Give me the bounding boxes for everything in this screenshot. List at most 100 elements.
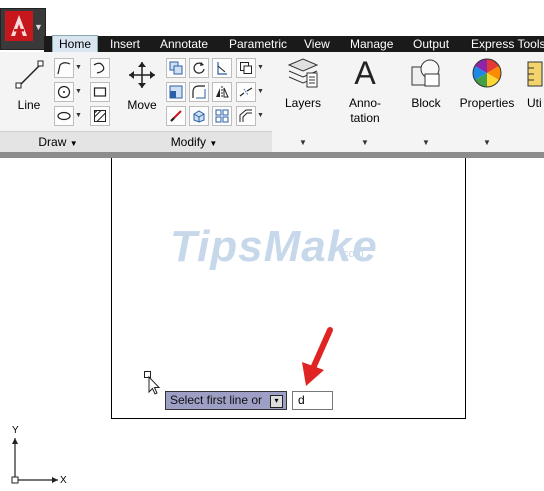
offset-dropdown[interactable]: ▼	[257, 106, 264, 126]
annotation-label-line2: tation	[350, 111, 380, 125]
break-icon	[239, 87, 253, 97]
stretch-button[interactable]	[166, 82, 186, 102]
annotation-icon: A	[354, 55, 376, 91]
prompt-text: Select first line or	[170, 393, 263, 407]
line-button[interactable]: Line	[6, 56, 52, 118]
break-button[interactable]	[236, 82, 256, 102]
chevron-down-icon: ▼	[422, 138, 430, 147]
block-icon	[411, 59, 440, 87]
copy-icon	[169, 61, 183, 75]
move-label: Move	[127, 98, 157, 112]
application-menu-button[interactable]: ▼	[0, 8, 46, 50]
layers-label: Layers	[284, 96, 322, 110]
dynamic-input-prompt: Select first line or ▾	[165, 391, 287, 410]
properties-icon	[472, 58, 502, 88]
offset-icon	[239, 109, 252, 122]
array-button[interactable]	[212, 106, 232, 126]
polyline-dropdown[interactable]: ▼	[75, 58, 82, 78]
line-icon	[15, 60, 44, 89]
fillet-icon	[192, 85, 206, 99]
tab-manage[interactable]: Manage	[350, 36, 393, 52]
rectangle-button[interactable]	[90, 82, 110, 102]
ellipse-button[interactable]	[54, 106, 74, 126]
command-input[interactable]: d	[292, 391, 333, 410]
chevron-down-icon: ▼	[34, 22, 43, 32]
tab-express-tools[interactable]: Express Tools	[471, 36, 544, 52]
draw-panel-label: Draw	[38, 135, 67, 149]
tab-insert[interactable]: Insert	[110, 36, 140, 52]
rotate-button[interactable]	[189, 58, 209, 78]
modify-panel-label: Modify	[170, 135, 207, 149]
erase-icon	[240, 62, 252, 74]
annotation-panel[interactable]: A Anno- tation ▼	[334, 52, 397, 152]
layers-panel[interactable]: Layers ▼	[272, 52, 335, 152]
move-icon	[129, 62, 155, 88]
utilities-label: Uti	[527, 96, 542, 110]
modify-panel: Move ▼ ▼ ▼ Modify ▼	[116, 52, 273, 152]
properties-label: Properties	[459, 96, 515, 110]
properties-panel[interactable]: Properties ▼	[456, 52, 519, 152]
tab-home[interactable]: Home	[52, 35, 99, 53]
break-dropdown[interactable]: ▼	[257, 82, 264, 102]
red-arrow-annotation	[302, 327, 333, 386]
modify-panel-title[interactable]: Modify ▼	[116, 131, 272, 152]
chevron-down-icon: ▼	[361, 138, 369, 147]
block-label: Block	[411, 96, 441, 110]
tab-parametric[interactable]: Parametric	[229, 36, 287, 52]
stretch-icon	[169, 85, 183, 99]
trim-icon	[217, 62, 227, 75]
ucs-y-label: Y	[12, 425, 19, 436]
watermark-suffix: .com	[340, 248, 364, 260]
array-3d-icon	[193, 110, 205, 123]
ribbon: Line ▼ ▼ ▼ Draw ▼ Move ▼ ▼ ▼ Modify ▼ La…	[0, 52, 544, 153]
line-label: Line	[17, 98, 41, 112]
hatch-button[interactable]	[90, 106, 110, 126]
chevron-down-icon: ▼	[299, 138, 307, 147]
annotation-label-line1: Anno-	[348, 96, 382, 110]
polyline-button[interactable]	[54, 58, 74, 78]
scale-icon	[170, 110, 182, 122]
rectangle-icon	[93, 87, 107, 97]
fillet-button[interactable]	[189, 82, 209, 102]
chevron-down-icon: ▼	[483, 138, 491, 147]
prompt-options-icon[interactable]: ▾	[270, 395, 283, 408]
erase-dropdown[interactable]: ▼	[257, 58, 264, 78]
hatch-icon	[94, 110, 106, 122]
ribbon-tab-bar: Home Insert Annotate Parametric View Man…	[44, 35, 544, 53]
cursor-pickbox-icon	[144, 371, 161, 395]
ellipse-dropdown[interactable]: ▼	[75, 106, 82, 126]
circle-dropdown[interactable]: ▼	[75, 82, 82, 102]
scale-button[interactable]	[166, 106, 186, 126]
title-bar	[0, 0, 544, 36]
draw-panel: Line ▼ ▼ ▼ Draw ▼	[0, 52, 117, 152]
tab-view[interactable]: View	[304, 36, 330, 52]
copy-button[interactable]	[166, 58, 186, 78]
utilities-panel[interactable]: Uti	[518, 52, 544, 152]
polyline-icon	[57, 62, 71, 75]
array-icon	[215, 109, 229, 123]
block-panel[interactable]: Block ▼	[396, 52, 457, 152]
circle-button[interactable]	[54, 82, 74, 102]
ellipse-icon	[57, 111, 71, 121]
offset-button[interactable]	[236, 106, 256, 126]
circle-icon	[57, 85, 71, 99]
spline-button[interactable]	[90, 58, 110, 78]
mirror-button[interactable]	[212, 82, 232, 102]
spline-icon	[93, 62, 105, 74]
rotate-icon	[193, 62, 205, 74]
drawing-sheet[interactable]	[111, 158, 466, 419]
chevron-down-icon: ▼	[209, 139, 218, 148]
autocad-logo-icon	[5, 11, 33, 41]
erase-button[interactable]	[236, 58, 256, 78]
tab-output[interactable]: Output	[413, 36, 449, 52]
layers-icon	[287, 58, 319, 88]
trim-button[interactable]	[212, 58, 232, 78]
array-3d-button[interactable]	[189, 106, 209, 126]
watermark-logo: TipsMake	[170, 222, 378, 271]
mirror-icon	[216, 86, 229, 98]
utilities-icon	[527, 61, 543, 87]
chevron-down-icon: ▼	[69, 139, 78, 148]
move-button[interactable]: Move	[120, 56, 164, 118]
tab-annotate[interactable]: Annotate	[160, 36, 208, 52]
draw-panel-title[interactable]: Draw ▼	[0, 131, 116, 152]
